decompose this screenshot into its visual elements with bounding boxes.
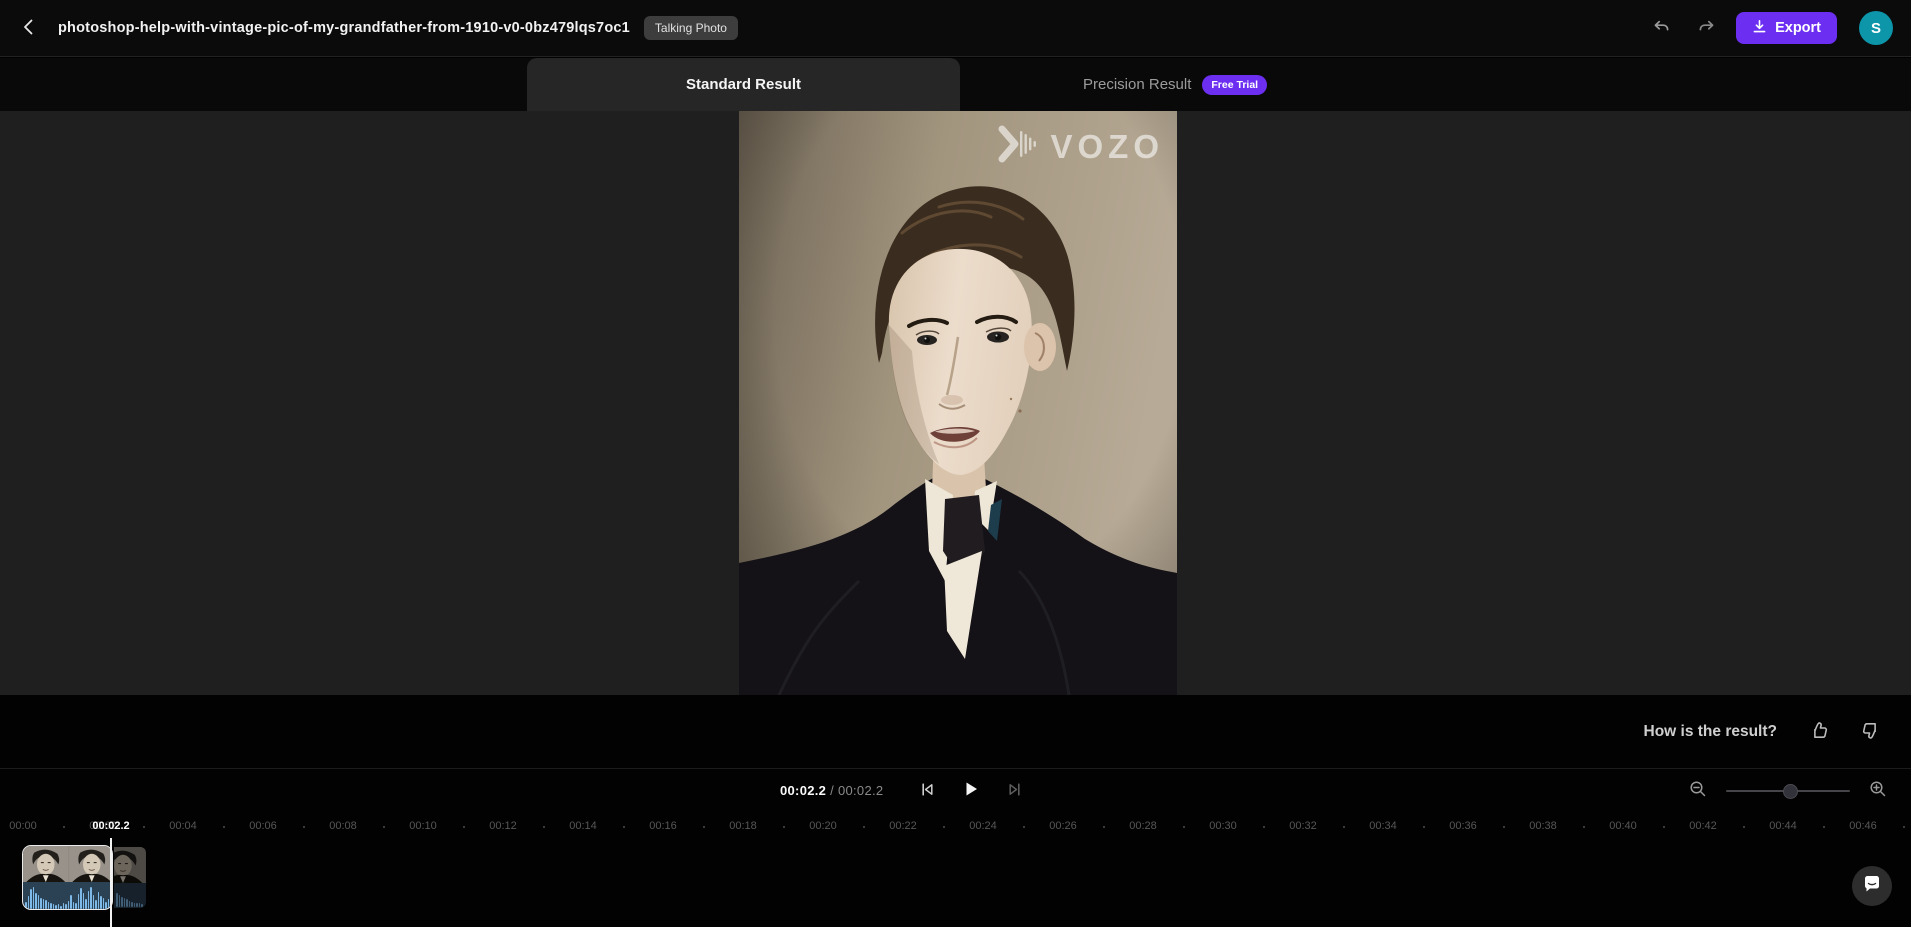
playhead[interactable] — [110, 838, 112, 927]
time-separator: / — [826, 783, 838, 798]
zoom-controls — [1683, 769, 1893, 812]
current-time: 00:02.2 — [780, 783, 827, 798]
document-title: photoshop-help-with-vintage-pic-of-my-gr… — [58, 20, 630, 36]
zoom-slider-knob[interactable] — [1783, 783, 1799, 799]
header-bar: photoshop-help-with-vintage-pic-of-my-gr… — [0, 0, 1911, 57]
zoom-slider[interactable] — [1726, 783, 1850, 799]
chat-launcher[interactable] — [1852, 866, 1892, 906]
talking-photo-badge: Talking Photo — [643, 16, 738, 40]
back-button[interactable] — [14, 12, 44, 45]
video-stage: VOZO — [0, 111, 1911, 695]
redo-button[interactable] — [1691, 11, 1722, 45]
download-icon — [1752, 19, 1767, 38]
clip-thumbnails — [23, 846, 112, 882]
back-icon — [20, 18, 38, 39]
avatar[interactable]: S — [1859, 11, 1893, 45]
portrait-image — [739, 111, 1177, 695]
timeline-clip[interactable] — [22, 845, 113, 910]
skip-to-end-button[interactable] — [1000, 775, 1029, 807]
avatar-initial: S — [1870, 19, 1881, 37]
timecode: 00:02.2 / 00:02.2 — [780, 783, 883, 798]
export-button-label: Export — [1775, 20, 1821, 36]
tab-standard-label: Standard Result — [685, 76, 802, 93]
skip-forward-icon — [1006, 781, 1023, 801]
play-icon — [962, 780, 980, 801]
playback-buttons — [913, 774, 1029, 807]
tab-precision-result[interactable]: Precision Result Free Trial — [1083, 58, 1268, 111]
redo-icon — [1697, 17, 1716, 39]
zoom-in-button[interactable] — [1863, 774, 1893, 807]
skip-to-start-button[interactable] — [913, 775, 942, 807]
transport-bar: 00:02.2 / 00:02.2 — [0, 768, 1911, 812]
zoom-out-button[interactable] — [1683, 774, 1713, 807]
clip-fragment — [114, 847, 146, 908]
timeline-ruler[interactable]: 00:00 00:02 00:04 00:06 00:08 00:10 00:12 00:14… — [0, 820, 1911, 836]
feedback-question: How is the result? — [1643, 722, 1778, 740]
tab-standard-result[interactable]: Standard Result — [527, 58, 960, 111]
play-button[interactable] — [956, 774, 986, 807]
video-frame[interactable]: VOZO — [739, 111, 1177, 695]
chat-bubble-icon — [1862, 874, 1882, 899]
app-window: photoshop-help-with-vintage-pic-of-my-gr… — [0, 0, 1911, 927]
zoom-in-icon — [1869, 780, 1887, 801]
total-time: 00:02.2 — [837, 783, 884, 798]
thumbs-up-button[interactable] — [1803, 714, 1836, 750]
zoom-out-icon — [1689, 780, 1707, 801]
thumbs-down-icon — [1860, 720, 1881, 744]
feedback-thumbs — [1803, 714, 1887, 750]
result-tabbar: Standard Result Precision Result Free Tr… — [0, 58, 1911, 111]
clip-waveform — [23, 883, 112, 909]
transport-cluster: 00:02.2 / 00:02.2 — [780, 769, 1029, 812]
skip-back-icon — [919, 781, 936, 801]
export-button[interactable]: Export — [1736, 12, 1837, 44]
playhead-time: 00:02.2 — [92, 820, 130, 832]
undo-icon — [1652, 17, 1671, 39]
free-trial-badge: Free Trial — [1202, 74, 1268, 95]
undo-button[interactable] — [1646, 11, 1677, 45]
thumbs-up-icon — [1809, 720, 1830, 744]
tab-precision-label: Precision Result — [1083, 76, 1192, 93]
clip-fragment-waveform — [114, 884, 146, 907]
feedback-bar: How is the result? — [0, 695, 1911, 768]
timeline-panel: 00:00 00:02 00:04 00:06 00:08 00:10 00:12 00:14… — [0, 812, 1911, 927]
thumbs-down-button[interactable] — [1854, 714, 1887, 750]
